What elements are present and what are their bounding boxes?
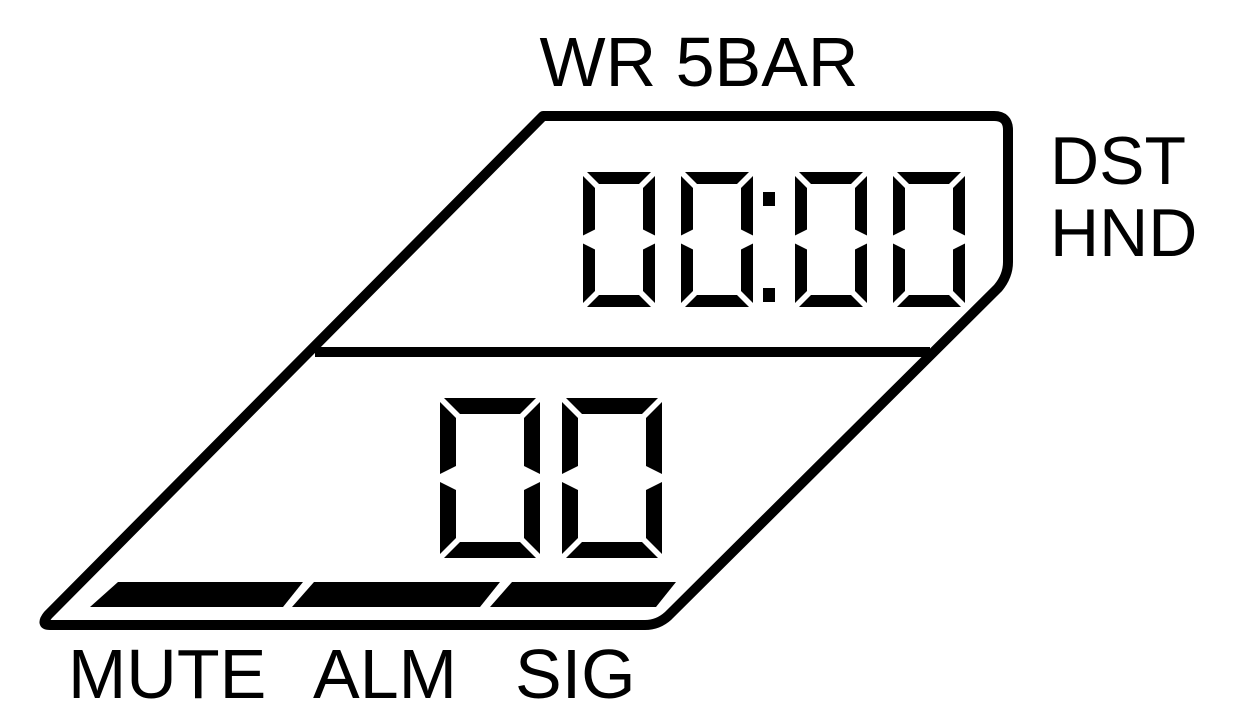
seconds-digit-1-seg-e <box>440 482 456 554</box>
alarm-label: ALM <box>313 635 457 709</box>
seconds-digit-2-seg-e <box>562 482 578 554</box>
signal-bar <box>490 582 676 607</box>
time-digit-2-seg-b <box>741 176 753 236</box>
time-digit-4-seg-c <box>953 243 965 303</box>
seconds-digit-1-seg-c <box>524 482 540 554</box>
time-digit-3-seg-c <box>855 243 867 303</box>
time-digit-3-seg-f <box>795 176 807 236</box>
mute-bar <box>90 582 303 607</box>
seconds-digit-2-seg-f <box>562 402 578 474</box>
time-digit-3-seg-b <box>855 176 867 236</box>
hnd-label: HND <box>1050 195 1197 271</box>
colon-dot-lower <box>763 288 775 302</box>
seconds-digit-1 <box>440 398 540 558</box>
lcd-diagram: WR 5BAR DST HND MUTE ALM SIG <box>39 23 1197 709</box>
time-colon <box>763 192 775 302</box>
dst-label: DST <box>1050 123 1186 199</box>
seconds-digits <box>440 398 662 558</box>
time-digit-2-seg-f <box>681 176 693 236</box>
seconds-digit-2 <box>562 398 662 558</box>
time-digit-1-seg-e <box>583 243 595 303</box>
mute-label: MUTE <box>68 635 266 709</box>
time-digit-4-seg-f <box>893 176 905 236</box>
time-digit-4 <box>893 172 965 307</box>
time-digit-2-seg-c <box>741 243 753 303</box>
signal-label: SIG <box>515 635 636 709</box>
seconds-digit-2-seg-c <box>646 482 662 554</box>
time-digit-1 <box>583 172 655 307</box>
time-digit-4-seg-b <box>953 176 965 236</box>
time-digit-3-seg-d <box>799 295 863 307</box>
time-digit-1-seg-d <box>587 295 651 307</box>
time-digit-2-seg-d <box>685 295 749 307</box>
seconds-digit-2-seg-b <box>646 402 662 474</box>
seconds-digit-1-seg-b <box>524 402 540 474</box>
alarm-bar <box>292 582 500 607</box>
time-digit-1-seg-a <box>587 172 651 184</box>
seconds-digit-1-seg-a <box>444 398 536 414</box>
time-digit-2 <box>681 172 753 307</box>
time-digit-2-seg-e <box>681 243 693 303</box>
time-digit-2-seg-a <box>685 172 749 184</box>
seconds-digit-1-seg-d <box>444 542 536 558</box>
seconds-digit-2-seg-a <box>566 398 658 414</box>
time-digit-1-seg-f <box>583 176 595 236</box>
time-digit-4-seg-d <box>897 295 961 307</box>
seconds-digit-2-seg-d <box>566 542 658 558</box>
time-digit-1-seg-c <box>643 243 655 303</box>
water-resistance-label: WR 5BAR <box>540 23 859 101</box>
colon-dot-upper <box>763 192 775 206</box>
time-digit-3-seg-e <box>795 243 807 303</box>
seconds-digit-1-seg-f <box>440 402 456 474</box>
time-digit-4-seg-e <box>893 243 905 303</box>
time-digit-1-seg-b <box>643 176 655 236</box>
time-digit-4-seg-a <box>897 172 961 184</box>
time-digit-3 <box>795 172 867 307</box>
time-digit-3-seg-a <box>799 172 863 184</box>
